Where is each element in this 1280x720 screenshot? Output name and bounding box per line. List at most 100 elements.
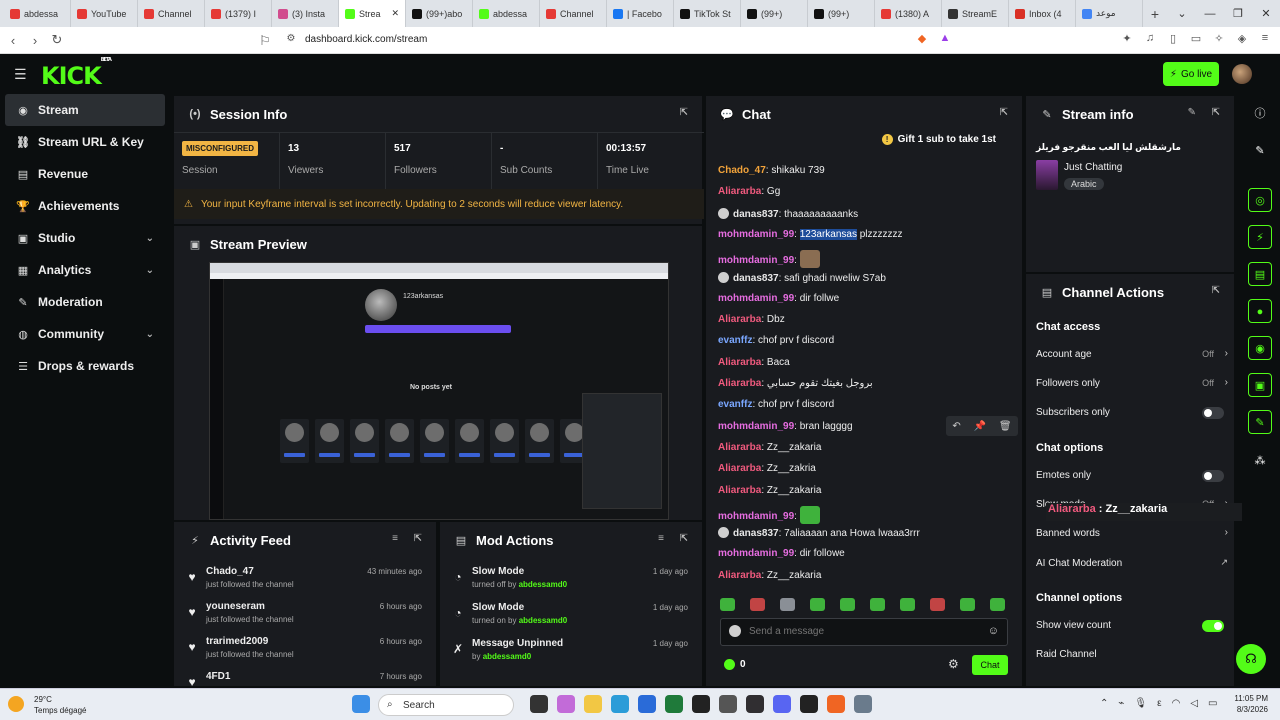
chat-message[interactable]: Aliararba: بروجل بغيتك تقوم حسابي: [718, 378, 873, 389]
taskbar-search[interactable]: ⌕ Search: [378, 694, 514, 716]
chat-username[interactable]: evanffz: [718, 335, 752, 346]
clock[interactable]: 11:05 PM 8/3/2026: [1234, 693, 1268, 715]
brave-shield-icon[interactable]: ◆: [915, 32, 929, 46]
browser-tab[interactable]: (99+): [741, 0, 808, 27]
account-age-setting[interactable]: Account age Off ›: [1026, 341, 1234, 369]
chat-bubble-icon[interactable]: ●: [1248, 299, 1272, 323]
chat-message[interactable]: mohmdamin_99:: [718, 505, 820, 524]
obs-icon[interactable]: [746, 695, 764, 713]
emote-icon[interactable]: [870, 598, 885, 611]
menu-icon[interactable]: ≡: [1258, 32, 1272, 46]
chat-username[interactable]: Chado_47: [718, 165, 766, 176]
emote-icon[interactable]: [990, 598, 1005, 611]
chat-username[interactable]: mohmdamin_99: [718, 421, 794, 432]
camera-icon[interactable]: ◎: [1248, 188, 1272, 212]
expand-icon[interactable]: ⇱: [1212, 107, 1220, 118]
tab-search-icon[interactable]: ⌄: [1168, 7, 1196, 20]
emote-icon[interactable]: [750, 598, 765, 611]
chat-message[interactable]: evanffz: chof prv f discord: [718, 335, 834, 346]
chat-username[interactable]: Aliararba: [718, 485, 761, 496]
wrench-icon[interactable]: ✎: [1248, 410, 1272, 434]
reload-icon[interactable]: ↻: [46, 32, 68, 48]
chat-username[interactable]: Aliararba: [718, 186, 761, 197]
gift-sub-banner[interactable]: ! Gift 1 sub to take 1st: [881, 134, 996, 145]
expand-icon[interactable]: ⇱: [680, 533, 688, 544]
chat-message[interactable]: mohmdamin_99: dir follwe: [718, 293, 839, 304]
emote-icon[interactable]: [780, 598, 795, 611]
send-chat-button[interactable]: Chat: [972, 655, 1008, 675]
chat-message[interactable]: mohmdamin_99: 123arkansas plzzzzzzz: [718, 228, 903, 240]
pin-icon[interactable]: 📌: [974, 421, 986, 432]
app-icon[interactable]: [719, 695, 737, 713]
sidebar-item-achievements[interactable]: 🏆 Achievements: [0, 190, 170, 222]
battery-icon[interactable]: ▭: [1208, 698, 1217, 709]
chat-message[interactable]: Aliararba: Dbz: [718, 314, 785, 325]
chat-message[interactable]: Aliararba: Zz__zakaria: [718, 485, 821, 496]
chat-username[interactable]: mohmdamin_99: [718, 548, 794, 559]
sidebar-item-studio[interactable]: ▣ Studio ⌄: [0, 222, 170, 254]
chat-username[interactable]: Aliararba: [718, 378, 761, 389]
chat-username[interactable]: Aliararba: [718, 570, 761, 581]
reply-icon[interactable]: ↶: [952, 421, 960, 432]
filter-icon[interactable]: ≡: [658, 533, 664, 544]
task-view-icon[interactable]: [530, 695, 548, 713]
chat-message[interactable]: mohmdamin_99: bran lagggg: [718, 421, 853, 432]
music-icon[interactable]: ♫: [1143, 32, 1157, 46]
copilot-icon[interactable]: [557, 695, 575, 713]
edge-icon[interactable]: [611, 695, 629, 713]
chat-settings-icon[interactable]: ⚙: [948, 657, 959, 671]
raid-channel-setting[interactable]: Raid Channel: [1026, 641, 1234, 669]
chat-message[interactable]: Aliararba: Zz__zakaria: [718, 442, 821, 453]
chat-message[interactable]: Chado_47: shikaku 739: [718, 165, 825, 176]
browser-tab[interactable]: (3) Insta: [272, 0, 339, 27]
minimize-button[interactable]: —: [1196, 8, 1224, 20]
chat-username[interactable]: danas837: [733, 209, 779, 220]
ai-moderation-setting[interactable]: AI Chat Moderation ↗: [1026, 550, 1234, 578]
sidebar-item-revenue[interactable]: ▤ Revenue: [0, 158, 170, 190]
show-view-count-toggle[interactable]: [1202, 620, 1224, 632]
chat-username[interactable]: Aliararba: [718, 463, 761, 474]
browser-tab[interactable]: (1379) I: [205, 0, 272, 27]
emote-icon[interactable]: [720, 598, 735, 611]
browser-tab[interactable]: YouTube: [71, 0, 138, 27]
chat-username[interactable]: mohmdamin_99: [718, 511, 794, 522]
emote-icon[interactable]: [930, 598, 945, 611]
wallet-icon[interactable]: ▭: [1189, 32, 1203, 46]
follower-name[interactable]: 4FD1: [206, 671, 230, 682]
volume-icon[interactable]: ◁: [1190, 698, 1198, 709]
kick-logo[interactable]: KICKBETA: [41, 57, 112, 90]
hamburger-menu-icon[interactable]: ☰: [14, 66, 28, 83]
document-icon[interactable]: ▤: [1248, 262, 1272, 286]
chat-username[interactable]: danas837: [733, 273, 779, 284]
emote-icon[interactable]: [810, 598, 825, 611]
sidebar-item-stream-url-key[interactable]: ⛓ Stream URL & Key: [0, 126, 170, 158]
sidebar-item-drops-rewards[interactable]: ☰ Drops & rewards: [0, 350, 170, 382]
new-tab-button[interactable]: +: [1143, 6, 1167, 22]
emoji-icon[interactable]: ☺: [988, 625, 999, 637]
chat-message[interactable]: Aliararba: Gg: [718, 186, 780, 197]
forward-icon[interactable]: ›: [24, 33, 46, 48]
maximize-button[interactable]: ❐: [1224, 7, 1252, 20]
subscribers-only-toggle[interactable]: [1202, 407, 1224, 419]
app-icon[interactable]: [800, 695, 818, 713]
browser-tab[interactable]: (99+): [808, 0, 875, 27]
back-icon[interactable]: ‹: [2, 33, 24, 48]
browser-tab[interactable]: Channel: [540, 0, 607, 27]
panel-icon[interactable]: ▣: [1248, 373, 1272, 397]
follower-name[interactable]: Chado_47: [206, 566, 254, 577]
emote-icon[interactable]: [840, 598, 855, 611]
wifi-icon[interactable]: ◠: [1172, 698, 1181, 709]
expand-icon[interactable]: ⇱: [1212, 285, 1220, 296]
sidebar-icon[interactable]: ▯: [1166, 32, 1180, 46]
chat-message[interactable]: danas837: 7aliaaaan ana Howa lwaaa3rrr: [718, 527, 920, 539]
rewards-icon[interactable]: ▲: [938, 32, 952, 46]
chat-message[interactable]: danas837: thaaaaaaaaanks: [718, 207, 858, 220]
chat-username[interactable]: mohmdamin_99: [718, 255, 794, 266]
chat-message[interactable]: Aliararba: Zz__zakria: [718, 463, 816, 474]
community-icon[interactable]: ⁂: [1248, 449, 1272, 473]
chat-message[interactable]: mohmdamin_99: dir followe: [718, 548, 845, 559]
chat-username[interactable]: Aliararba: [718, 442, 761, 453]
bolt-icon[interactable]: ⚡: [1248, 225, 1272, 249]
browser-tab[interactable]: abdessa: [4, 0, 71, 27]
banned-words-setting[interactable]: Banned words ›: [1026, 520, 1234, 548]
